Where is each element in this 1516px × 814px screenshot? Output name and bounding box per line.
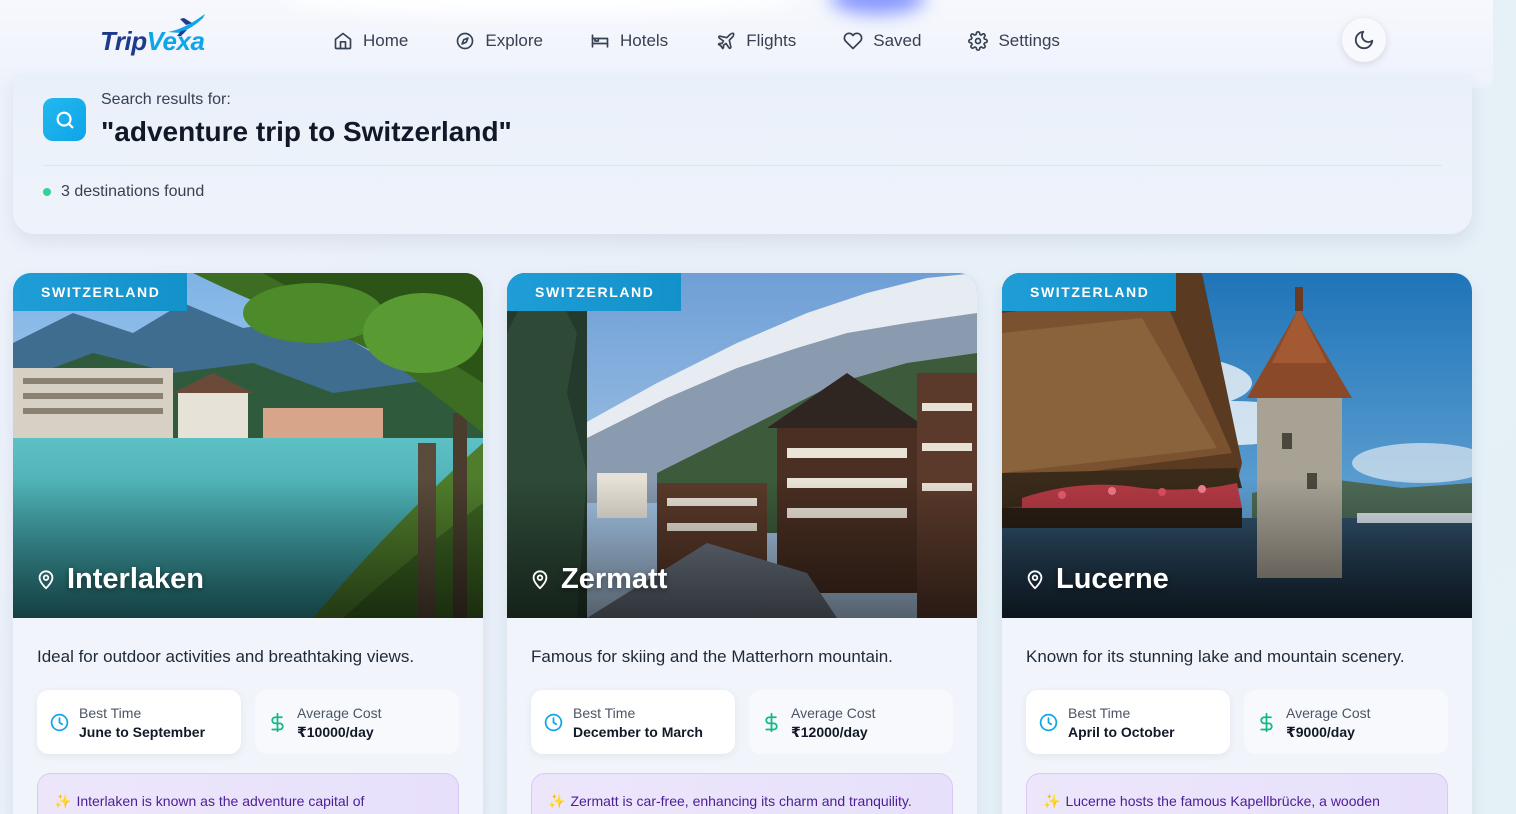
average-cost-value: ₹12000/day (791, 724, 868, 740)
search-icon-badge (43, 98, 86, 141)
destination-card-zermatt[interactable]: SWITZERLAND Zermatt Famous for skiing an… (507, 273, 977, 814)
sparkle-icon: ✨ (1043, 793, 1061, 809)
search-query-text: "adventure trip to Switzerland" (101, 116, 512, 147)
nav-label-hotels: Hotels (620, 31, 669, 50)
best-time-box: Best Time April to October (1026, 690, 1230, 754)
image-overlay-gradient (1002, 478, 1472, 618)
airplane-logo-icon (168, 14, 205, 36)
best-time-label: Best Time (79, 705, 142, 721)
clock-icon (544, 713, 563, 732)
fun-fact-text: Zermatt is car-free, enhancing its charm… (570, 793, 912, 809)
average-cost-value: ₹10000/day (297, 724, 374, 740)
search-icon (56, 111, 73, 128)
fun-fact-box: ✨ Lucerne hosts the famous Kapellbrücke, … (1026, 773, 1448, 814)
average-cost-box: Average Cost ₹9000/day (1244, 690, 1448, 754)
destination-title[interactable]: Zermatt (529, 563, 667, 596)
nav-item-settings[interactable]: Settings (968, 31, 1060, 51)
sparkle-icon: ✨ (54, 793, 72, 809)
best-time-label: Best Time (573, 705, 636, 721)
search-divider (43, 165, 1442, 166)
destination-title[interactable]: Interlaken (35, 563, 204, 596)
image-overlay-gradient (507, 478, 977, 618)
results-count-text: 3 destinations found (61, 183, 205, 200)
fun-fact: ✨ Lucerne hosts the famous Kapellbrücke, … (1043, 793, 1380, 810)
destination-card-lucerne[interactable]: SWITZERLAND Lucerne Known for its stunni… (1002, 273, 1472, 814)
country-badge: SWITZERLAND (1002, 273, 1176, 311)
average-cost-label: Average Cost (791, 705, 876, 721)
destination-name: Zermatt (561, 563, 668, 595)
nav-label-home: Home (363, 31, 409, 50)
status-dot (43, 188, 51, 196)
header-glow (280, 0, 800, 16)
destination-description: Ideal for outdoor activities and breatht… (37, 647, 415, 666)
fun-fact-box: ✨ Zermatt is car-free, enhancing its char… (531, 773, 953, 814)
nav-label-settings: Settings (998, 31, 1060, 50)
best-time-value: April to October (1068, 724, 1175, 740)
fun-fact-text: Lucerne hosts the famous Kapellbrücke, a… (1065, 793, 1380, 809)
map-pin-icon (38, 569, 54, 589)
clock-icon (1039, 713, 1058, 732)
search-summary-panel: Search results for: "adventure trip to S… (13, 74, 1472, 234)
main-nav: Home Explore Hotels Flights Saved Settin… (333, 28, 1060, 54)
nav-item-explore[interactable]: Explore (455, 31, 543, 51)
destination-name: Lucerne (1056, 563, 1169, 595)
search-results-label: Search results for: (101, 91, 231, 108)
theme-toggle-button[interactable] (1342, 18, 1386, 62)
image-overlay-gradient (13, 478, 483, 618)
best-time-value: December to March (573, 724, 703, 740)
destination-name: Interlaken (67, 563, 204, 595)
average-cost-label: Average Cost (1286, 705, 1371, 721)
moon-icon (1354, 30, 1374, 50)
heart-icon (843, 32, 863, 50)
best-time-box: Best Time June to September (37, 690, 241, 754)
nav-label-saved: Saved (873, 31, 922, 50)
fun-fact: ✨ Zermatt is car-free, enhancing its char… (548, 793, 912, 810)
tripvexa-logo[interactable]: TripVexa (100, 12, 210, 58)
country-badge: SWITZERLAND (507, 273, 681, 311)
nav-item-saved[interactable]: Saved (843, 31, 921, 51)
fun-fact: ✨ Interlaken is known as the adventure ca… (54, 793, 364, 810)
average-cost-box: Average Cost ₹12000/day (749, 690, 953, 754)
dollar-icon (1260, 712, 1273, 733)
header-glow-accent (830, 0, 925, 14)
best-time-box: Best Time December to March (531, 690, 735, 754)
destination-card-interlaken[interactable]: SWITZERLAND Interlaken Ideal for outdoor… (13, 273, 483, 814)
destination-description: Known for its stunning lake and mountain… (1026, 647, 1405, 666)
nav-label-explore: Explore (485, 31, 543, 50)
plane-icon (717, 32, 735, 50)
sparkle-icon: ✨ (548, 793, 566, 809)
gear-icon (968, 31, 989, 51)
country-badge: SWITZERLAND (13, 273, 187, 311)
logo-text-trip: Trip (100, 26, 147, 56)
best-time-label: Best Time (1068, 705, 1131, 721)
destination-description: Famous for skiing and the Matterhorn mou… (531, 647, 893, 666)
nav-item-home[interactable]: Home (333, 31, 408, 51)
dollar-icon (765, 712, 778, 733)
nav-item-flights[interactable]: Flights (716, 31, 796, 51)
destination-title[interactable]: Lucerne (1024, 563, 1169, 596)
average-cost-label: Average Cost (297, 705, 382, 721)
nav-item-hotels[interactable]: Hotels (590, 31, 668, 51)
dollar-icon (271, 712, 284, 733)
results-count: 3 destinations found (43, 183, 204, 201)
bed-icon (591, 34, 609, 48)
average-cost-value: ₹9000/day (1286, 724, 1355, 740)
clock-icon (50, 713, 69, 732)
best-time-value: June to September (79, 724, 206, 740)
nav-label-flights: Flights (746, 31, 797, 50)
map-pin-icon (1027, 569, 1043, 589)
average-cost-box: Average Cost ₹10000/day (255, 690, 459, 754)
compass-icon (457, 32, 474, 50)
home-icon (334, 32, 352, 50)
map-pin-icon (532, 569, 548, 589)
fun-fact-text: Interlaken is known as the adventure cap… (76, 793, 365, 809)
fun-fact-box: ✨ Interlaken is known as the adventure ca… (37, 773, 459, 814)
